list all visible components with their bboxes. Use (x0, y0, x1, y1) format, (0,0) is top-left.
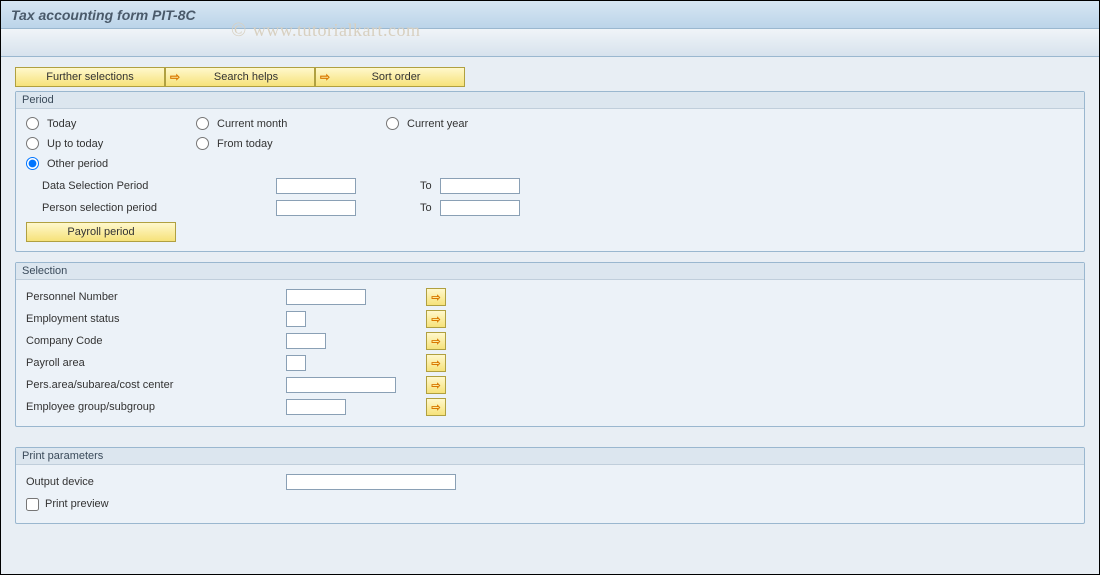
output-device-input[interactable] (286, 474, 456, 490)
company-code-label: Company Code (26, 335, 286, 347)
data-selection-period-label: Data Selection Period (26, 180, 276, 192)
personnel-number-input[interactable] (286, 289, 366, 305)
action-button-row: Further selections ⇨ Search helps ⇨ Sort… (15, 67, 1085, 87)
arrow-right-icon: ⇨ (431, 379, 440, 392)
selection-group-title: Selection (16, 263, 1084, 280)
employee-group-input[interactable] (286, 399, 346, 415)
print-group-title: Print parameters (16, 448, 1084, 465)
radio-today[interactable]: Today (26, 117, 76, 130)
personnel-number-multi-button[interactable]: ⇨ (426, 288, 446, 306)
person-selection-from-input[interactable] (276, 200, 356, 216)
radio-current-year[interactable]: Current year (386, 117, 468, 130)
employee-group-multi-button[interactable]: ⇨ (426, 398, 446, 416)
print-preview-checkbox[interactable]: Print preview (26, 498, 109, 511)
radio-other-period[interactable]: Other period (26, 157, 108, 170)
data-selection-from-input[interactable] (276, 178, 356, 194)
employee-group-label: Employee group/subgroup (26, 401, 286, 413)
sort-order-button[interactable]: ⇨ Sort order (315, 67, 465, 87)
personnel-number-label: Personnel Number (26, 291, 286, 303)
search-helps-button[interactable]: ⇨ Search helps (165, 67, 315, 87)
employment-status-label: Employment status (26, 313, 286, 325)
company-code-multi-button[interactable]: ⇨ (426, 332, 446, 350)
pers-area-label: Pers.area/subarea/cost center (26, 379, 286, 391)
arrow-right-icon: ⇨ (431, 401, 440, 414)
to-label-2: To (400, 202, 440, 214)
radio-from-today-label: From today (217, 138, 273, 150)
radio-current-month-label: Current month (217, 118, 287, 130)
arrow-right-icon: ⇨ (170, 70, 180, 84)
further-selections-label: Further selections (46, 71, 133, 83)
print-preview-label: Print preview (45, 498, 109, 510)
arrow-right-icon: ⇨ (431, 335, 440, 348)
payroll-area-label: Payroll area (26, 357, 286, 369)
further-selections-button[interactable]: Further selections (15, 67, 165, 87)
radio-today-label: Today (47, 118, 76, 130)
toolbar-strip (1, 29, 1099, 57)
arrow-right-icon: ⇨ (431, 313, 440, 326)
employment-status-multi-button[interactable]: ⇨ (426, 310, 446, 328)
radio-up-to-today[interactable]: Up to today (26, 137, 103, 150)
page-title: Tax accounting form PIT-8C (1, 1, 1099, 29)
payroll-period-label: Payroll period (67, 226, 134, 238)
person-selection-period-label: Person selection period (26, 202, 276, 214)
radio-from-today[interactable]: From today (196, 137, 273, 150)
print-parameters-group: Print parameters Output device Print pre… (15, 447, 1085, 524)
arrow-right-icon: ⇨ (431, 357, 440, 370)
search-helps-label: Search helps (184, 71, 308, 83)
period-group-title: Period (16, 92, 1084, 109)
output-device-label: Output device (26, 476, 286, 488)
arrow-right-icon: ⇨ (320, 70, 330, 84)
period-group: Period Today Current month Current year … (15, 91, 1085, 252)
arrow-right-icon: ⇨ (431, 291, 440, 304)
pers-area-input[interactable] (286, 377, 396, 393)
radio-current-year-label: Current year (407, 118, 468, 130)
radio-up-to-today-label: Up to today (47, 138, 103, 150)
company-code-input[interactable] (286, 333, 326, 349)
radio-current-month[interactable]: Current month (196, 117, 287, 130)
employment-status-input[interactable] (286, 311, 306, 327)
payroll-period-button[interactable]: Payroll period (26, 222, 176, 242)
pers-area-multi-button[interactable]: ⇨ (426, 376, 446, 394)
content-area: Further selections ⇨ Search helps ⇨ Sort… (1, 57, 1099, 574)
payroll-area-multi-button[interactable]: ⇨ (426, 354, 446, 372)
person-selection-to-input[interactable] (440, 200, 520, 216)
payroll-area-input[interactable] (286, 355, 306, 371)
radio-other-period-label: Other period (47, 158, 108, 170)
data-selection-to-input[interactable] (440, 178, 520, 194)
sort-order-label: Sort order (334, 71, 458, 83)
selection-group: Selection Personnel Number ⇨ Employment … (15, 262, 1085, 427)
to-label-1: To (400, 180, 440, 192)
